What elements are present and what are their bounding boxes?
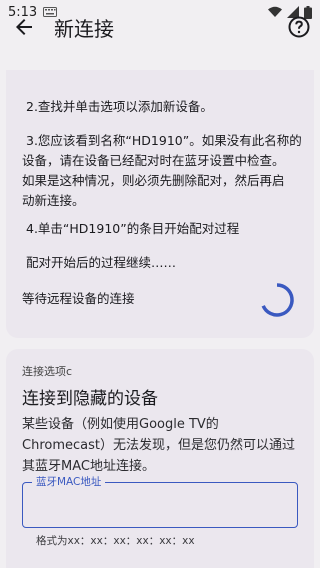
- step-2-text: 2.查找并单击选项以添加新设备。: [26, 99, 213, 114]
- option-title: 连接到隐藏的设备: [22, 389, 158, 409]
- option-label: 连接选项c: [22, 365, 73, 378]
- mac-address-input[interactable]: [34, 496, 288, 520]
- waiting-connection-text: 等待远程设备的连接: [22, 291, 135, 306]
- step-4-text: 4.单击“HD1910”的条目开始配对过程: [26, 221, 240, 236]
- mac-format-hint: 格式为xx：xx：xx：xx：xx：xx: [36, 535, 195, 547]
- step-3-line-3: 如果是这种情况，则必须先删除配对，然后再启: [22, 173, 285, 188]
- pairing-continue-text: 配对开始后的过程继续……: [26, 255, 177, 270]
- back-arrow-icon[interactable]: [12, 15, 36, 39]
- option-description: 某些设备（例如使用Google TV的 Chromecast）无法发现，但是您仍…: [22, 414, 304, 477]
- step-3-line-2: 设备，请在设备已经配对时在蓝牙设置中检查。: [22, 153, 285, 168]
- step-3-line-4: 动新连接。: [22, 193, 85, 208]
- loading-spinner-icon: [261, 283, 294, 317]
- help-icon[interactable]: [287, 15, 311, 39]
- option-description-line-2: Chromecast）无法发现，但是您仍然可以通过: [22, 438, 295, 453]
- mac-address-label: 蓝牙MAC地址: [32, 474, 106, 489]
- option-description-line-1: 某些设备（例如使用Google TV的: [22, 417, 219, 432]
- page-title: 新连接: [54, 17, 114, 41]
- step-3-line-1: 3.您应该看到名称“HD1910”。如果没有此名称的: [26, 133, 302, 148]
- status-bar: 5:13: [0, 0, 320, 24]
- wifi-icon: [268, 6, 282, 17]
